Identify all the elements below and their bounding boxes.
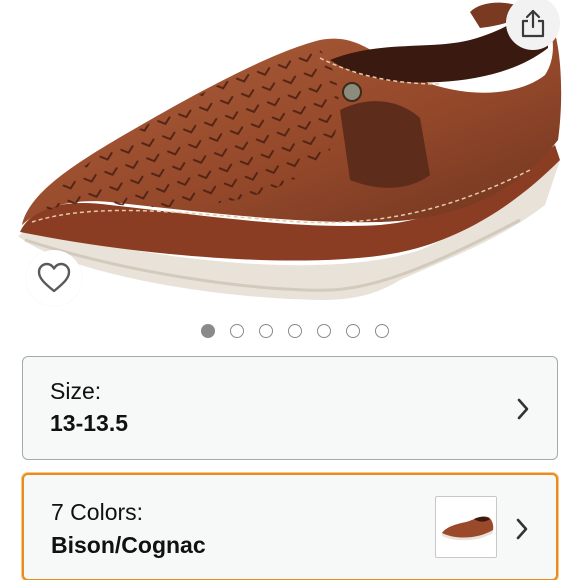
- color-value: Bison/Cognac: [51, 532, 206, 558]
- carousel-dot[interactable]: [375, 324, 389, 338]
- color-selector[interactable]: 7 Colors: Bison/Cognac: [22, 473, 558, 580]
- heart-icon: [37, 262, 71, 293]
- size-selector[interactable]: Size: 13-13.5: [22, 356, 558, 460]
- carousel-dot[interactable]: [230, 324, 244, 338]
- product-image-area[interactable]: [0, 0, 580, 318]
- carousel-dot[interactable]: [259, 324, 273, 338]
- chevron-right-icon: [516, 518, 528, 540]
- shoe-thumbnail: [442, 516, 494, 541]
- share-icon: [521, 9, 545, 38]
- chevron-right-icon: [517, 398, 529, 420]
- carousel-dot[interactable]: [288, 324, 302, 338]
- size-label: Size:: [50, 378, 102, 404]
- favorite-button[interactable]: [26, 250, 82, 306]
- size-value: 13-13.5: [50, 410, 129, 436]
- carousel-dot[interactable]: [346, 324, 360, 338]
- color-count-label: 7 Colors:: [51, 499, 144, 525]
- carousel-dot[interactable]: [201, 324, 215, 338]
- product-image: [18, 2, 562, 300]
- carousel-dot[interactable]: [317, 324, 331, 338]
- image-carousel-indicator: [0, 324, 580, 340]
- color-swatch-thumbnail[interactable]: [435, 496, 497, 558]
